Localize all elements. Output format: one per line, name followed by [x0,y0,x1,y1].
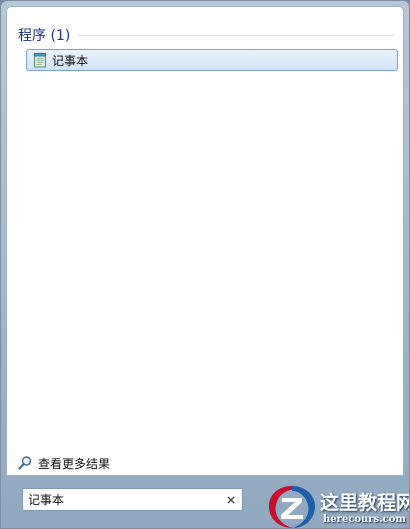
search-results-pane: 程序 (1) 记事本 查看更多结果 [6,6,404,476]
watermark-title: 这里教程网 [320,492,410,514]
notepad-icon [32,52,48,68]
see-more-results-label: 查看更多结果 [38,456,111,471]
group-divider [78,34,394,36]
clear-search-button[interactable] [222,491,240,509]
result-item-notepad[interactable]: 记事本 [26,49,398,71]
close-icon [227,496,235,503]
search-icon [17,455,33,471]
programs-group-header[interactable]: 程序 (1) [18,25,394,45]
see-more-results-link[interactable]: 查看更多结果 [17,454,110,472]
result-item-label: 记事本 [52,53,89,68]
start-menu-frame: 程序 (1) 记事本 查看更多结果 记事本 这里教程网 herecours.co… [0,0,410,529]
site-watermark: 这里教程网 herecours.com [265,483,410,528]
start-search-box[interactable] [22,488,243,511]
search-input[interactable] [28,490,222,509]
programs-group-title: 程序 (1) [18,28,71,44]
watermark-logo [268,486,316,528]
watermark-url: herecours.com [323,514,407,525]
